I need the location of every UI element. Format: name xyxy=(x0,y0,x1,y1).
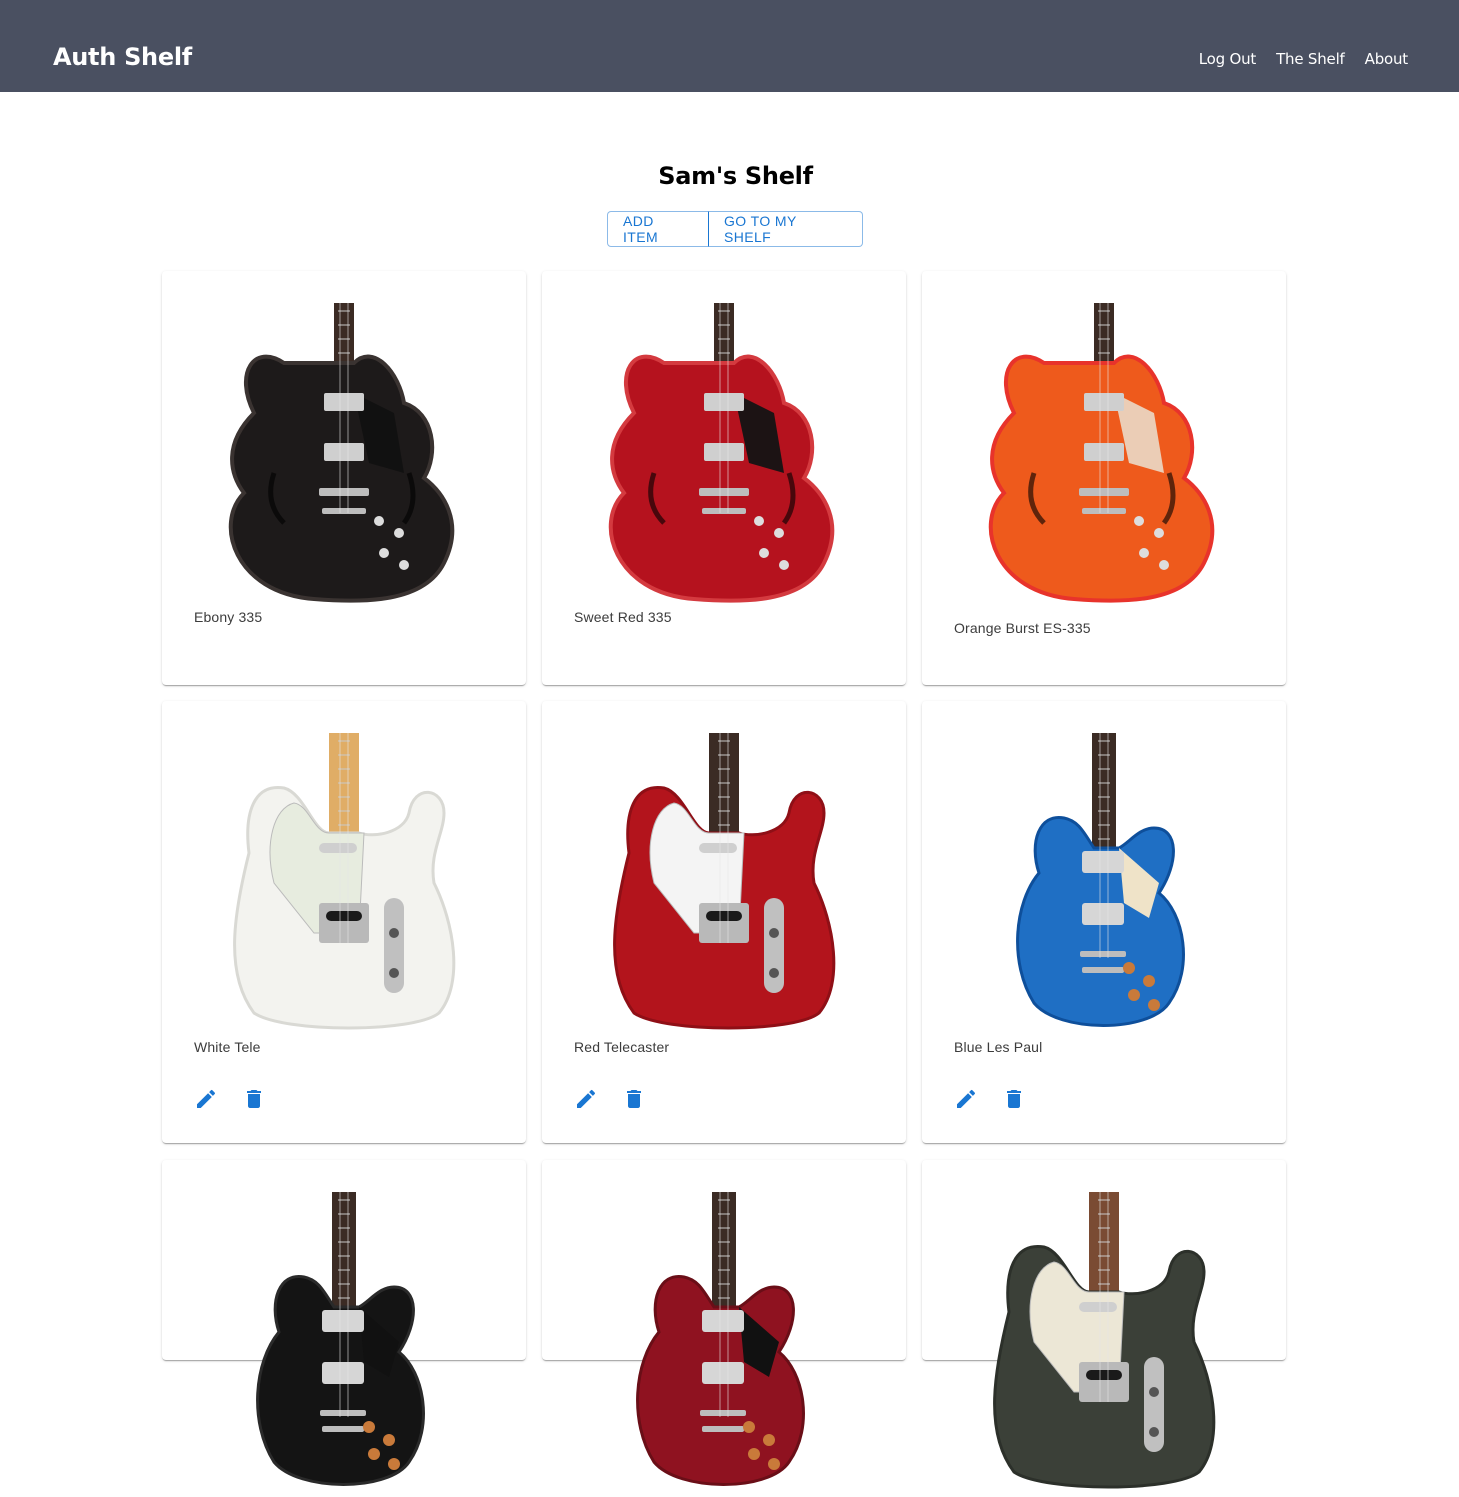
go-to-my-shelf-button[interactable]: GO TO MY SHELF xyxy=(708,211,863,247)
item-label: Ebony 335 xyxy=(194,609,263,625)
pencil-icon[interactable] xyxy=(574,1087,598,1111)
item-label: Sweet Red 335 xyxy=(574,609,672,625)
item-label: White Tele xyxy=(194,1039,261,1055)
item-actions xyxy=(194,1087,266,1111)
shelf-item-card xyxy=(922,1160,1286,1489)
guitar-image xyxy=(954,303,1254,603)
nav-link-the-shelf[interactable]: The Shelf xyxy=(1276,50,1345,68)
shelf-item-card: Orange Burst ES-335 xyxy=(922,271,1286,685)
pencil-icon[interactable] xyxy=(194,1087,218,1111)
item-actions xyxy=(954,1087,1026,1111)
nav-links: Log Out The Shelf About xyxy=(1199,50,1408,68)
top-nav-bar: Auth Shelf Log Out The Shelf About xyxy=(0,0,1459,92)
guitar-image xyxy=(194,303,494,603)
add-item-button[interactable]: ADD ITEM xyxy=(607,211,709,247)
shelf-item-card xyxy=(542,1160,906,1486)
shelf-item-card: Sweet Red 335 xyxy=(542,271,906,685)
app-title[interactable]: Auth Shelf xyxy=(53,43,192,71)
item-actions xyxy=(574,1087,646,1111)
shelf-item-card: White Tele xyxy=(162,701,526,1143)
pencil-icon[interactable] xyxy=(954,1087,978,1111)
shelf-button-group: ADD ITEM GO TO MY SHELF xyxy=(607,211,863,247)
shelf-item-card: Blue Les Paul xyxy=(922,701,1286,1143)
nav-link-about[interactable]: About xyxy=(1365,50,1409,68)
guitar-image xyxy=(574,733,874,1033)
item-label: Red Telecaster xyxy=(574,1039,670,1055)
shelf-item-card: Ebony 335 xyxy=(162,271,526,685)
page-title: Sam's Shelf xyxy=(658,162,813,190)
guitar-image xyxy=(194,1192,494,1492)
trash-icon[interactable] xyxy=(242,1087,266,1111)
item-label: Orange Burst ES-335 xyxy=(954,620,1091,636)
shelf-item-card: Red Telecaster xyxy=(542,701,906,1143)
item-label: Blue Les Paul xyxy=(954,1039,1043,1055)
guitar-image xyxy=(194,733,494,1033)
shelf-item-card xyxy=(162,1160,526,1486)
guitar-image xyxy=(954,733,1254,1033)
trash-icon[interactable] xyxy=(622,1087,646,1111)
guitar-image xyxy=(954,1192,1254,1492)
guitar-image xyxy=(574,303,874,603)
trash-icon[interactable] xyxy=(1002,1087,1026,1111)
nav-link-log-out[interactable]: Log Out xyxy=(1199,50,1257,68)
guitar-image xyxy=(574,1192,874,1492)
